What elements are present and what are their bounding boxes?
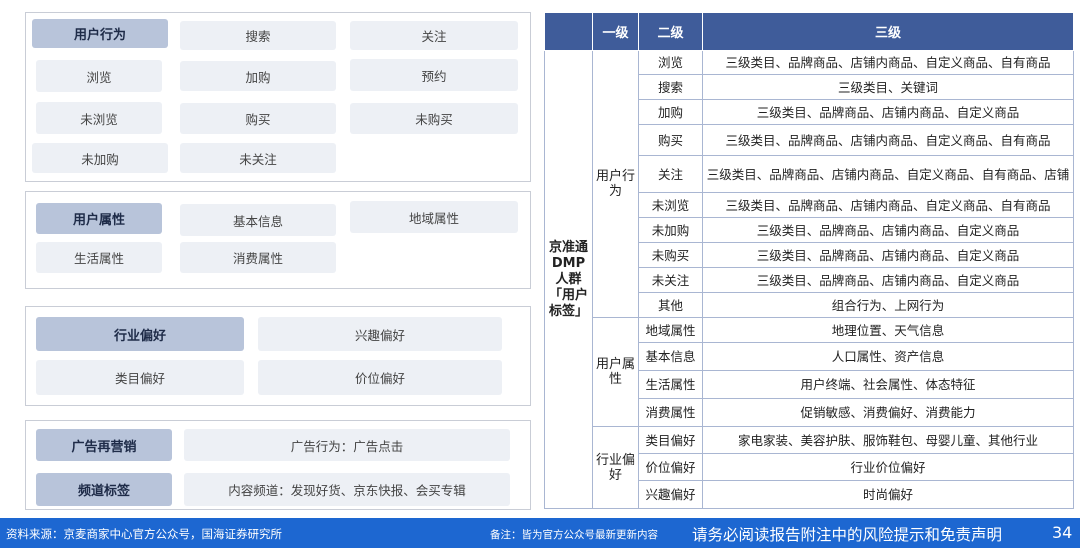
level2-cell: 关注 — [638, 155, 703, 193]
level3-cell: 家电家装、美容护肤、服饰鞋包、母婴儿童、其他行业 — [702, 426, 1074, 454]
chip-not-follow: 未关注 — [180, 143, 336, 173]
level3-cell: 人口属性、资产信息 — [702, 342, 1074, 371]
level2-cell: 基本信息 — [638, 342, 703, 371]
chip-not-purchase: 未购买 — [350, 103, 518, 134]
level2-cell: 地域属性 — [638, 317, 703, 343]
level3-cell: 促销敏感、消费偏好、消费能力 — [702, 398, 1074, 427]
behavior-panel: 用户行为 搜索 关注 浏览 加购 预约 未浏览 购买 未购买 未加购 未关注 — [25, 12, 531, 182]
level2-cell: 未加购 — [638, 217, 703, 243]
root-label: 京准通DMP人群「用户标签」 — [544, 50, 593, 509]
level3-cell: 三级类目、品牌商品、店铺内商品、自定义商品 — [702, 99, 1074, 125]
attributes-panel: 用户属性 基本信息 地域属性 生活属性 消费属性 — [25, 191, 531, 289]
level3-cell: 三级类目、品牌商品、店铺内商品、自定义商品、自有商品 — [702, 50, 1074, 75]
header-blank — [544, 12, 593, 51]
level3-cell: 三级类目、品牌商品、店铺内商品、自定义商品 — [702, 242, 1074, 268]
chip-price: 价位偏好 — [258, 360, 502, 395]
chip-add-cart: 加购 — [180, 61, 336, 91]
channel-content: 内容频道：发现好货、京东快报、会买专辑 — [184, 473, 510, 506]
level3-cell: 组合行为、上网行为 — [702, 292, 1074, 318]
level3-cell: 三级类目、品牌商品、店铺内商品、自定义商品、自有商品 — [702, 124, 1074, 156]
level2-cell: 浏览 — [638, 50, 703, 75]
chip-not-browse: 未浏览 — [36, 102, 162, 134]
level3-cell: 地理位置、天气信息 — [702, 317, 1074, 343]
chip-category: 类目偏好 — [36, 360, 244, 395]
level2-cell: 搜索 — [638, 74, 703, 100]
header-level3: 三级 — [702, 12, 1074, 51]
level2-cell: 生活属性 — [638, 370, 703, 399]
channel-head: 频道标签 — [36, 473, 172, 506]
chip-consumption: 消费属性 — [180, 242, 336, 273]
chip-search: 搜索 — [180, 21, 336, 50]
chip-interest: 兴趣偏好 — [258, 317, 502, 351]
level3-cell: 三级类目、品牌商品、店铺内商品、自定义商品 — [702, 267, 1074, 293]
level3-cell: 用户终端、社会属性、体态特征 — [702, 370, 1074, 399]
dmp-tag-table: 一级 二级 三级 京准通DMP人群「用户标签」 用户行为 浏览 三级类目、品牌商… — [544, 12, 1074, 509]
chip-lifestyle: 生活属性 — [36, 242, 162, 273]
level2-cell: 其他 — [638, 292, 703, 318]
level3-cell: 三级类目、关键词 — [702, 74, 1074, 100]
group-label: 用户属性 — [592, 317, 639, 427]
header-level2: 二级 — [638, 12, 703, 51]
level2-cell: 未关注 — [638, 267, 703, 293]
level3-cell: 三级类目、品牌商品、店铺内商品、自定义商品、自有商品、店铺 — [702, 155, 1074, 193]
header-level1: 一级 — [592, 12, 639, 51]
chip-browse: 浏览 — [36, 60, 162, 92]
ad-behavior: 广告行为：广告点击 — [184, 429, 510, 461]
ads-panel: 广告再营销 广告行为：广告点击 频道标签 内容频道：发现好货、京东快报、会买专辑 — [25, 420, 531, 510]
source-text: 资料来源：京麦商家中心官方公众号，国海证券研究所 — [6, 527, 282, 541]
disclaimer-text: 请务必阅读报告附注中的风险提示和免责声明 — [692, 526, 1003, 544]
page-number: 34 — [1052, 523, 1073, 542]
level3-cell: 行业价位偏好 — [702, 453, 1074, 481]
remarketing-head: 广告再营销 — [36, 429, 172, 461]
level2-cell: 类目偏好 — [638, 426, 703, 454]
chip-purchase: 购买 — [180, 103, 336, 134]
level2-cell: 兴趣偏好 — [638, 480, 703, 509]
chip-follow: 关注 — [350, 21, 518, 50]
footer-bar: 资料来源：京麦商家中心官方公众号，国海证券研究所 备注：皆为官方公众号最新更新内… — [0, 518, 1080, 548]
chip-reserve: 预约 — [350, 59, 518, 91]
level3-cell: 三级类目、品牌商品、店铺内商品、自定义商品、自有商品 — [702, 192, 1074, 218]
level3-cell: 时尚偏好 — [702, 480, 1074, 509]
chip-basic-info: 基本信息 — [180, 204, 336, 236]
group-label: 用户行为 — [592, 50, 639, 318]
attributes-head: 用户属性 — [36, 203, 162, 234]
preference-head: 行业偏好 — [36, 317, 244, 351]
level2-cell: 价位偏好 — [638, 453, 703, 481]
preference-panel: 行业偏好 兴趣偏好 类目偏好 价位偏好 — [25, 306, 531, 406]
chip-region: 地域属性 — [350, 201, 518, 233]
level2-cell: 消费属性 — [638, 398, 703, 427]
level2-cell: 加购 — [638, 99, 703, 125]
level2-cell: 未浏览 — [638, 192, 703, 218]
level2-cell: 购买 — [638, 124, 703, 156]
chip-not-add-cart: 未加购 — [32, 143, 168, 173]
note-text: 备注：皆为官方公众号最新更新内容 — [490, 529, 658, 541]
level3-cell: 三级类目、品牌商品、店铺内商品、自定义商品 — [702, 217, 1074, 243]
behavior-head: 用户行为 — [32, 19, 168, 48]
group-label: 行业偏好 — [592, 426, 639, 509]
level2-cell: 未购买 — [638, 242, 703, 268]
